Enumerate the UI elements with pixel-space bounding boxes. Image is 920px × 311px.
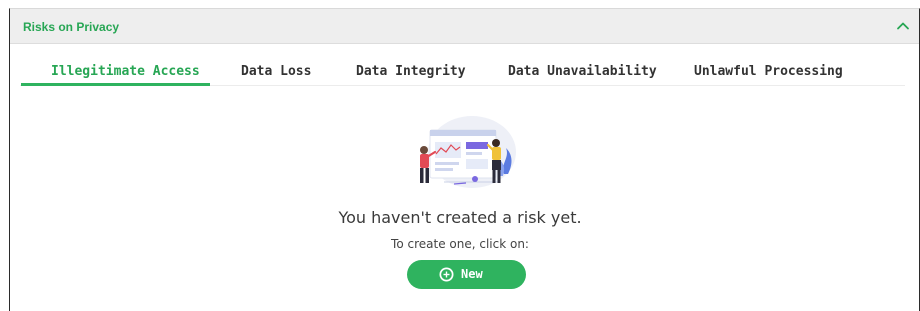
chevron-up-icon[interactable] (895, 18, 911, 34)
tab-illegitimate-access[interactable]: Illegitimate Access (51, 52, 200, 92)
new-risk-button[interactable]: New (407, 260, 526, 289)
tab-unlawful-processing[interactable]: Unlawful Processing (694, 52, 843, 92)
panel-header[interactable]: Risks on Privacy (10, 9, 919, 44)
tab-data-loss[interactable]: Data Loss (241, 52, 311, 92)
empty-state-title: You haven't created a risk yet. (338, 208, 582, 227)
new-button-label: New (461, 267, 483, 281)
tab-data-unavailability[interactable]: Data Unavailability (508, 52, 657, 92)
plus-circle-icon (439, 267, 454, 282)
empty-state-subtitle: To create one, click on: (391, 237, 529, 251)
presentation-illustration (404, 112, 519, 196)
panel-title: Risks on Privacy (23, 20, 120, 34)
tab-data-integrity[interactable]: Data Integrity (356, 52, 466, 92)
